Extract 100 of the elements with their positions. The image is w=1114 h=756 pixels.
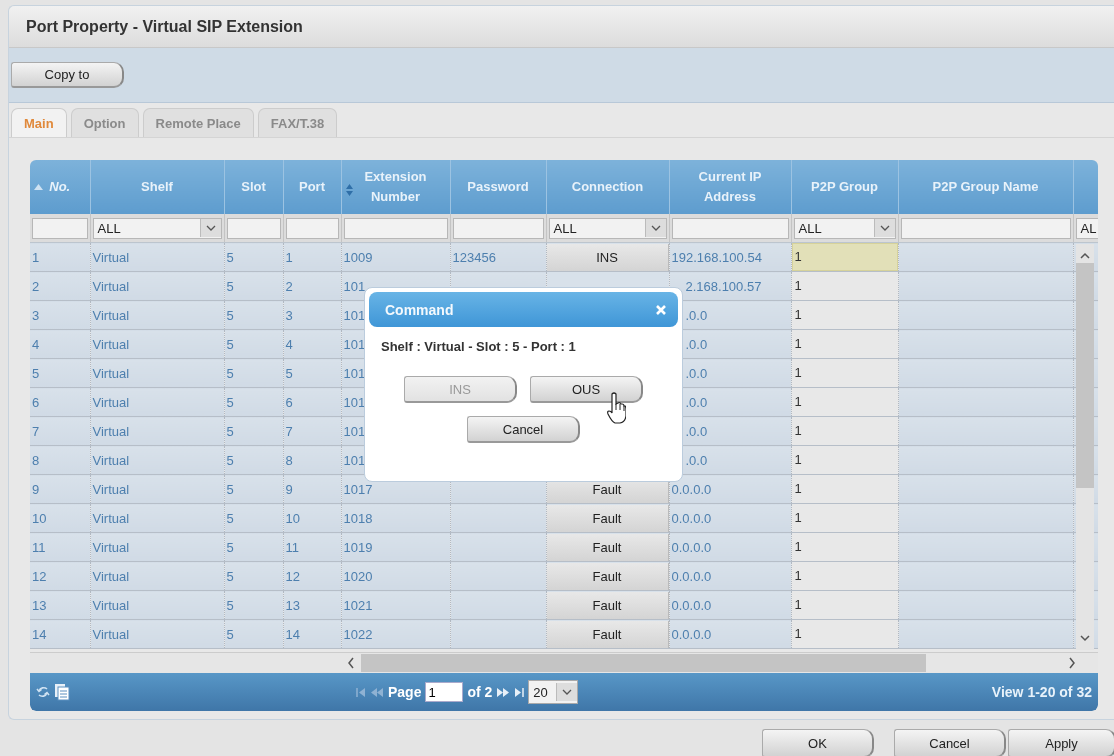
dialog-message: Shelf : Virtual - Slot : 5 - Port : 1 — [381, 339, 577, 354]
table-cell: 13 — [285, 597, 300, 613]
table-cell: 12 — [32, 568, 47, 584]
previous-page-icon[interactable] — [370, 687, 384, 697]
scroll-up-icon[interactable] — [1080, 252, 1090, 259]
table-cell-text: .0.0 — [684, 394, 708, 410]
apply-button[interactable]: Apply — [1008, 729, 1114, 756]
refresh-icon[interactable] — [36, 685, 50, 699]
table-cell: 101 — [343, 365, 366, 381]
table-cell: Virtual — [92, 568, 130, 584]
next-page-icon[interactable] — [496, 687, 511, 697]
table-cell[interactable]: 1 — [791, 475, 897, 503]
table-cell: 10 — [285, 510, 300, 526]
copy-icon[interactable] — [54, 683, 70, 701]
table-cell[interactable]: 1 — [791, 533, 897, 561]
table-cell: Virtual — [92, 626, 130, 642]
filter-dropdown[interactable]: ALL — [548, 217, 667, 239]
table-cell[interactable]: 1 — [791, 330, 897, 358]
dropdown-caret-icon — [644, 219, 666, 237]
page-size-dropdown[interactable]: 20 — [528, 680, 578, 704]
table-cell: Virtual — [92, 278, 130, 294]
table-cell[interactable]: 1 — [791, 620, 897, 648]
table-cell[interactable]: 1 — [791, 446, 897, 474]
table-cell: 10 — [32, 510, 47, 526]
status-button[interactable]: INS — [546, 243, 668, 271]
cancel-button[interactable]: Cancel — [894, 729, 1006, 756]
table-cell: 4 — [285, 336, 293, 352]
table-cell: 11 — [285, 539, 299, 555]
command-button[interactable]: OUS — [530, 376, 643, 403]
table-cell: 1017 — [343, 481, 373, 497]
copy-button[interactable]: Copy to — [11, 62, 124, 88]
filter-dropdown[interactable]: AL — [1075, 217, 1098, 239]
table-cell: 1020 — [343, 568, 373, 584]
page-input-field[interactable]: 1 — [425, 682, 464, 702]
filter-input-field[interactable] — [900, 217, 1071, 239]
table-cell: 12 — [285, 568, 300, 584]
filter-input-field[interactable] — [226, 217, 281, 239]
filter-dropdown[interactable]: ALL — [92, 217, 222, 239]
table-cell: 0.0.0.0 — [671, 539, 712, 555]
table-cell: Virtual — [92, 307, 130, 323]
table-cell[interactable]: 1 — [791, 562, 897, 590]
status-button[interactable]: Fault — [546, 504, 668, 532]
table-cell: 5 — [226, 539, 234, 555]
status-button[interactable]: Fault — [546, 562, 668, 590]
table-cell: Virtual — [92, 365, 130, 381]
vertical-scrollbar[interactable] — [1076, 244, 1094, 650]
table-cell: 13 — [32, 597, 47, 613]
table-cell[interactable]: 1 — [791, 301, 897, 329]
table-cell: 5 — [226, 278, 234, 294]
status-button[interactable]: Fault — [546, 591, 668, 619]
scroll-right-icon[interactable] — [1068, 657, 1076, 669]
page-count: of 2 — [467, 684, 493, 700]
table-cell: 11 — [32, 539, 46, 555]
scroll-down-icon[interactable] — [1080, 635, 1090, 642]
table-cell: 5 — [226, 481, 234, 497]
table-cell: 2 — [285, 278, 293, 294]
table-cell: 5 — [226, 307, 234, 323]
ok-button[interactable]: OK — [762, 729, 874, 756]
table-cell: 1009 — [343, 249, 373, 265]
first-page-icon[interactable] — [356, 687, 366, 697]
table-cell: 5 — [226, 568, 234, 584]
table-cell: 1022 — [343, 626, 373, 642]
filter-input-field[interactable] — [452, 217, 544, 239]
table-cell: 1 — [285, 249, 293, 265]
table-cell: Virtual — [92, 423, 130, 439]
table-cell: 0.0.0.0 — [671, 626, 712, 642]
table-cell[interactable]: 1 — [791, 504, 897, 532]
scroll-thumb[interactable] — [361, 654, 926, 672]
scroll-left-icon[interactable] — [347, 657, 355, 669]
status-button[interactable]: Fault — [546, 533, 668, 561]
table-cell[interactable]: 1 — [791, 388, 897, 416]
command-button[interactable]: Cancel — [467, 416, 580, 443]
filter-input-field[interactable] — [671, 217, 789, 239]
filter-input-field[interactable] — [32, 217, 88, 239]
table-cell: 101 — [343, 452, 366, 468]
table-cell: 7 — [285, 423, 293, 439]
table-cell[interactable]: 1 — [791, 417, 897, 445]
table-cell[interactable]: 1 — [791, 591, 897, 619]
table-cell: 6 — [32, 394, 40, 410]
table-cell: 1 — [32, 249, 40, 265]
filter-input-field[interactable] — [285, 217, 339, 239]
table-cell: 192.168.100.54 — [671, 249, 762, 265]
filter-dropdown[interactable]: ALL — [793, 217, 896, 239]
table-cell: 5 — [226, 626, 234, 642]
scroll-thumb[interactable] — [1076, 263, 1094, 488]
table-cell[interactable]: 1 — [791, 243, 897, 271]
dropdown-caret-icon — [555, 683, 577, 701]
status-button[interactable]: Fault — [546, 620, 668, 648]
dropdown-caret-icon — [199, 219, 221, 237]
table-cell: Virtual — [92, 510, 130, 526]
table-cell: 8 — [32, 452, 40, 468]
table-cell[interactable]: 1 — [791, 272, 897, 300]
last-page-icon[interactable] — [514, 687, 525, 697]
filter-input-field[interactable] — [343, 217, 448, 239]
table-cell: 9 — [285, 481, 293, 497]
close-icon[interactable] — [656, 304, 666, 315]
table-cell: 101 — [343, 394, 366, 410]
table-cell: 7 — [32, 423, 40, 439]
table-cell: 5 — [226, 510, 234, 526]
table-cell[interactable]: 1 — [791, 359, 897, 387]
